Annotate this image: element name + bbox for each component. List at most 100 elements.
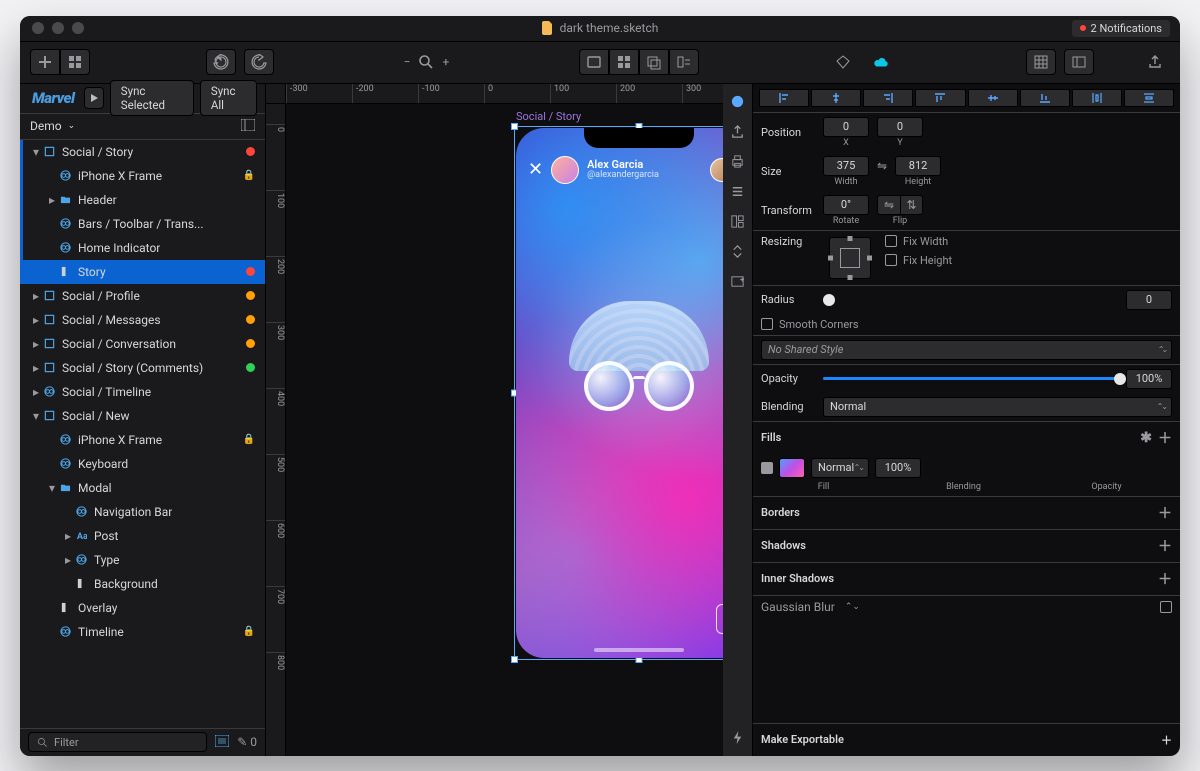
rotate-left-button[interactable] <box>206 49 236 75</box>
disclosure-triangle-icon[interactable] <box>30 289 42 303</box>
zoom-in-icon[interactable]: + <box>442 55 449 69</box>
sync-all-button[interactable]: Sync All <box>200 80 257 116</box>
reorder-icon[interactable] <box>728 242 748 262</box>
layer-row[interactable]: Social / Story (Comments) <box>20 356 265 380</box>
layer-row[interactable]: Social / Story <box>20 140 265 164</box>
artboard-filter-icon[interactable] <box>215 735 229 750</box>
blending-select[interactable]: Normal <box>823 397 1172 417</box>
disclosure-triangle-icon[interactable] <box>30 145 42 159</box>
disclosure-triangle-icon[interactable] <box>30 313 42 327</box>
height-input[interactable]: 812 <box>895 156 941 176</box>
page-grid-icon[interactable] <box>241 119 255 134</box>
notifications-badge[interactable]: 2 Notifications <box>1072 20 1170 37</box>
align-right-button[interactable] <box>863 89 913 107</box>
layer-row[interactable]: Social / Conversation <box>20 332 265 356</box>
close-icon[interactable]: ✕ <box>528 159 543 180</box>
position-y-input[interactable]: 0 <box>877 117 923 137</box>
export-icon[interactable] <box>728 122 748 142</box>
layout-icon[interactable] <box>728 212 748 232</box>
layer-row[interactable]: Social / Messages <box>20 308 265 332</box>
fill-opacity-input[interactable]: 100% <box>875 458 921 478</box>
lock-icon[interactable]: 🔒 <box>243 170 255 181</box>
layer-row[interactable]: Overlay <box>20 596 265 620</box>
layer-row[interactable]: Home Indicator <box>20 236 265 260</box>
disclosure-triangle-icon[interactable] <box>46 481 58 495</box>
filter-input[interactable]: Filter <box>28 732 207 752</box>
disclosure-triangle-icon[interactable] <box>30 337 42 351</box>
add-export-button[interactable]: ＋ <box>1161 732 1172 748</box>
distribute-h-button[interactable] <box>1072 89 1122 107</box>
align-left-button[interactable] <box>759 89 809 107</box>
fill-enabled-checkbox[interactable] <box>761 462 773 474</box>
view-prototype-button[interactable] <box>669 49 699 75</box>
width-input[interactable]: 375 <box>823 156 869 176</box>
view-grid-button[interactable] <box>609 49 639 75</box>
shared-style-select[interactable]: No Shared Style <box>761 340 1172 360</box>
layers-list[interactable]: Social / Story iPhone X Frame🔒 HeaderBars … <box>20 140 265 728</box>
flip-control[interactable]: ⇋⇅ <box>877 195 923 215</box>
layer-row[interactable]: Type <box>20 548 265 572</box>
lock-aspect-icon[interactable]: ⇋ <box>877 159 887 173</box>
layer-row[interactable]: Social / Timeline <box>20 380 265 404</box>
grid-toggle-button[interactable] <box>1026 49 1056 75</box>
cloud-sync-icon[interactable] <box>866 49 896 75</box>
close-window-button[interactable] <box>32 22 44 34</box>
align-top-button[interactable] <box>915 89 965 107</box>
disclosure-triangle-icon[interactable] <box>30 361 42 375</box>
view-canvas-button[interactable] <box>579 49 609 75</box>
layer-row[interactable]: Modal <box>20 476 265 500</box>
layer-row[interactable]: Navigation Bar <box>20 500 265 524</box>
lock-icon[interactable]: 🔒 <box>243 434 255 445</box>
lock-icon[interactable]: 🔒 <box>243 626 255 637</box>
add-border-button[interactable]: ＋ <box>1158 503 1172 523</box>
lightning-icon[interactable] <box>728 728 748 748</box>
user-avatar[interactable] <box>551 156 579 184</box>
inspector-tab-align[interactable] <box>728 92 748 112</box>
fix-width-checkbox[interactable]: Fix Width <box>885 235 952 248</box>
layer-row[interactable]: iPhone X Frame🔒 <box>20 428 265 452</box>
position-x-input[interactable]: 0 <box>823 117 869 137</box>
layer-row[interactable]: Story <box>20 260 265 284</box>
layer-row[interactable]: Header <box>20 188 265 212</box>
align-vcenter-button[interactable] <box>968 89 1018 107</box>
disclosure-triangle-icon[interactable] <box>62 529 74 543</box>
disclosure-triangle-icon[interactable] <box>62 553 74 567</box>
shapes-button[interactable] <box>60 49 90 75</box>
fill-swatch[interactable] <box>779 458 805 478</box>
minimize-window-button[interactable] <box>52 22 64 34</box>
disclosure-triangle-icon[interactable] <box>30 385 42 399</box>
add-image-icon[interactable] <box>728 272 748 292</box>
artboard-label[interactable]: Social / Story <box>516 110 581 123</box>
align-bottom-button[interactable] <box>1020 89 1070 107</box>
opacity-input[interactable]: 100% <box>1126 369 1172 389</box>
distribute-v-button[interactable] <box>1124 89 1174 107</box>
radius-input[interactable]: 0 <box>1126 290 1172 310</box>
radius-slider-knob[interactable] <box>823 294 835 306</box>
layer-row[interactable]: Timeline🔒 <box>20 620 265 644</box>
make-exportable-row[interactable]: Make Exportable＋ <box>753 723 1180 756</box>
smooth-corners-checkbox[interactable]: Smooth Corners <box>761 318 859 331</box>
canvas[interactable]: Social / Story <box>286 104 723 756</box>
layer-row[interactable]: Bars / Toolbar / Trans... <box>20 212 265 236</box>
diamond-icon[interactable] <box>828 49 858 75</box>
sync-selected-button[interactable]: Sync Selected <box>110 80 194 116</box>
zoom-out-icon[interactable]: − <box>404 55 411 69</box>
rotate-right-button[interactable] <box>244 49 274 75</box>
layer-row[interactable]: Social / Profile <box>20 284 265 308</box>
disclosure-triangle-icon[interactable] <box>46 193 58 207</box>
view-layers-button[interactable] <box>639 49 669 75</box>
zoom-control[interactable]: − + <box>404 54 450 70</box>
disclosure-triangle-icon[interactable] <box>30 409 42 423</box>
fix-height-checkbox[interactable]: Fix Height <box>885 254 952 267</box>
layer-row[interactable]: Keyboard <box>20 452 265 476</box>
fills-settings-icon[interactable]: ✱ <box>1140 430 1152 446</box>
add-fill-button[interactable]: ＋ <box>1158 428 1172 448</box>
layer-row[interactable]: Social / New <box>20 404 265 428</box>
artboard-story[interactable]: ✕ Alex Garcia @alexandergarcia <box>516 128 723 658</box>
fill-blend-select[interactable]: Normal <box>811 458 869 478</box>
opacity-slider[interactable] <box>823 377 1120 380</box>
zoom-window-button[interactable] <box>72 22 84 34</box>
share-button[interactable] <box>1140 49 1170 75</box>
rotate-input[interactable]: 0° <box>823 195 869 215</box>
add-shadow-button[interactable]: ＋ <box>1158 536 1172 556</box>
